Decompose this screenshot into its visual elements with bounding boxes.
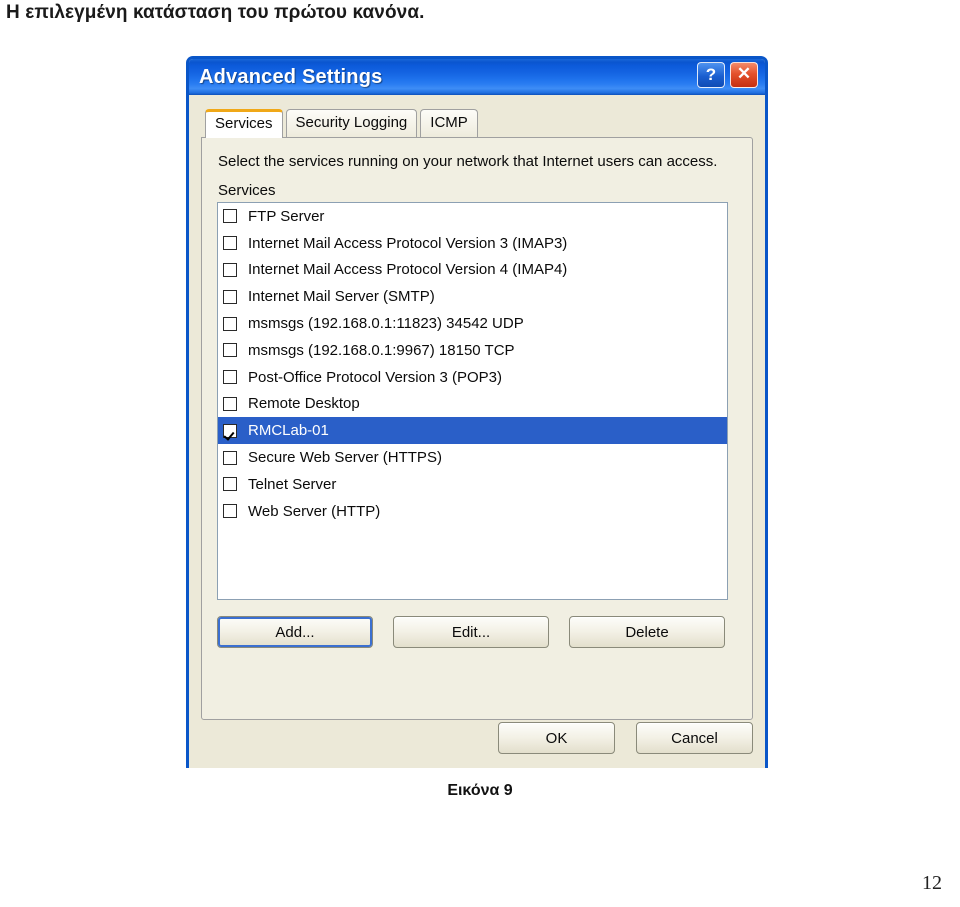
- close-button[interactable]: ✕: [730, 62, 758, 88]
- services-group-label: Services: [218, 182, 276, 199]
- checkbox-icon[interactable]: [223, 396, 237, 411]
- list-item-label: Internet Mail Access Protocol Version 3 …: [248, 234, 568, 252]
- tabstrip: Services Security Logging ICMP: [201, 107, 753, 138]
- figure-caption: Εικόνα 9: [447, 782, 513, 799]
- page-heading: Η επιλεγμένη κατάσταση του πρώτου κανόνα…: [6, 2, 425, 23]
- checkbox-icon[interactable]: [223, 209, 237, 224]
- tab-security-logging[interactable]: Security Logging: [285, 109, 418, 137]
- tab-services[interactable]: Services: [205, 109, 283, 138]
- tab-services-label: Services: [215, 115, 273, 132]
- tab-security-logging-label: Security Logging: [295, 114, 408, 131]
- checkbox-checked-icon[interactable]: [223, 423, 237, 438]
- services-tab-panel: Select the services running on your netw…: [201, 137, 753, 720]
- ok-button[interactable]: OK: [498, 722, 615, 754]
- list-item-selected[interactable]: RMCLab-01: [218, 417, 727, 445]
- list-item[interactable]: Web Server (HTTP): [218, 498, 727, 525]
- checkbox-icon[interactable]: [223, 477, 237, 492]
- list-item[interactable]: Secure Web Server (HTTPS): [218, 444, 727, 471]
- checkbox-icon[interactable]: [223, 343, 237, 358]
- tab-container: Services Security Logging ICMP Select th…: [189, 95, 765, 768]
- tab-icmp-label: ICMP: [430, 114, 468, 131]
- checkbox-icon[interactable]: [223, 370, 237, 385]
- dialog-titlebar[interactable]: Advanced Settings ? ✕: [189, 59, 765, 95]
- dialog-footer: OK Cancel: [498, 722, 753, 754]
- list-item[interactable]: Remote Desktop: [218, 391, 727, 418]
- checkbox-icon[interactable]: [223, 262, 237, 277]
- list-item[interactable]: Post-Office Protocol Version 3 (POP3): [218, 364, 727, 391]
- tab-icmp[interactable]: ICMP: [420, 109, 478, 137]
- list-item[interactable]: Internet Mail Server (SMTP): [218, 283, 727, 310]
- list-item-label: FTP Server: [248, 207, 325, 225]
- services-listbox[interactable]: FTP Server Internet Mail Access Protocol…: [217, 202, 728, 600]
- edit-button[interactable]: Edit...: [393, 616, 549, 648]
- list-item[interactable]: msmsgs (192.168.0.1:11823) 34542 UDP: [218, 310, 727, 337]
- list-item-label: Internet Mail Access Protocol Version 4 …: [248, 261, 568, 279]
- list-item[interactable]: Internet Mail Access Protocol Version 3 …: [218, 230, 727, 257]
- dialog-title: Advanced Settings: [199, 65, 383, 88]
- delete-button[interactable]: Delete: [569, 616, 725, 648]
- checkbox-icon[interactable]: [223, 450, 237, 465]
- cancel-button[interactable]: Cancel: [636, 722, 753, 754]
- titlebar-button-group: ? ✕: [697, 62, 758, 88]
- panel-description: Select the services running on your netw…: [218, 153, 718, 170]
- list-item-label: msmsgs (192.168.0.1:11823) 34542 UDP: [248, 315, 524, 333]
- advanced-settings-dialog: Advanced Settings ? ✕ Services Security …: [186, 56, 768, 768]
- list-item-label: Post-Office Protocol Version 3 (POP3): [248, 368, 502, 386]
- checkbox-icon[interactable]: [223, 316, 237, 331]
- list-item-label: Remote Desktop: [248, 395, 360, 413]
- close-x-icon: ✕: [736, 64, 752, 83]
- list-item-label: Web Server (HTTP): [248, 502, 381, 520]
- list-item-label: Internet Mail Server (SMTP): [248, 288, 435, 306]
- list-item[interactable]: FTP Server: [218, 203, 727, 230]
- checkbox-icon[interactable]: [223, 504, 237, 519]
- list-item-label: Telnet Server: [248, 475, 337, 493]
- service-action-buttons: Add... Edit... Delete: [217, 616, 738, 648]
- checkbox-icon[interactable]: [223, 289, 237, 304]
- list-item-label: Secure Web Server (HTTPS): [248, 449, 442, 467]
- list-item[interactable]: Telnet Server: [218, 471, 727, 498]
- add-button[interactable]: Add...: [217, 616, 373, 648]
- help-button[interactable]: ?: [697, 62, 725, 88]
- list-item-label: RMCLab-01: [248, 422, 329, 440]
- list-item[interactable]: msmsgs (192.168.0.1:9967) 18150 TCP: [218, 337, 727, 364]
- page-number: 12: [922, 872, 942, 894]
- checkbox-icon[interactable]: [223, 236, 237, 251]
- list-item[interactable]: Internet Mail Access Protocol Version 4 …: [218, 257, 727, 284]
- list-item-label: msmsgs (192.168.0.1:9967) 18150 TCP: [248, 341, 515, 359]
- question-mark-icon: ?: [705, 65, 717, 84]
